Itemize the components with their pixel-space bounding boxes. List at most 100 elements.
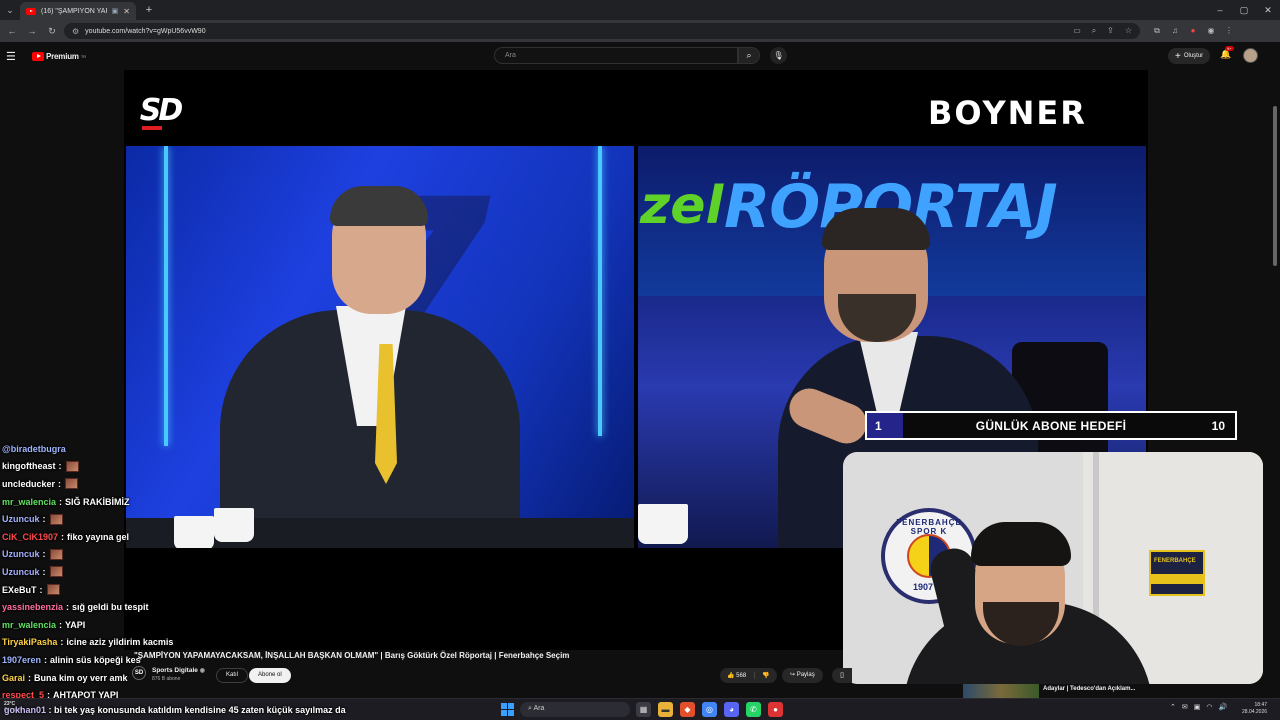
subscriber-count: 876 B abone	[152, 676, 181, 682]
hamburger-menu-icon[interactable]: ☰	[6, 50, 26, 63]
minimize-icon[interactable]: –	[1208, 5, 1232, 16]
maximize-icon[interactable]: ▢	[1232, 5, 1256, 16]
chat-username: 1907eren	[2, 654, 42, 665]
back-icon[interactable]: ←	[4, 26, 20, 36]
chat-username: uncleducker	[2, 478, 56, 489]
share-page-icon[interactable]: ⇪	[1107, 26, 1114, 35]
chat-separator: :	[59, 619, 63, 630]
audio-playing-icon[interactable]: ▣	[112, 7, 119, 15]
like-count: 568	[736, 673, 747, 679]
cast-icon[interactable]: ▭	[1073, 26, 1081, 35]
discord-icon[interactable]: ◕	[724, 702, 739, 717]
verified-check-icon: ◉	[199, 668, 205, 674]
task-view-icon[interactable]: ▦	[636, 702, 651, 717]
search-button[interactable]: ⌕	[738, 47, 760, 64]
chat-separator: :	[66, 602, 70, 613]
chat-text: Buna kim oy verr amk	[34, 672, 128, 683]
related-title[interactable]: Adaylar | Tedesco'dan Açıklam...	[1043, 686, 1135, 692]
youtube-logo[interactable]: Premium TR	[32, 51, 87, 61]
volume-icon[interactable]: 🔊	[1218, 703, 1227, 711]
tab-close-icon[interactable]: ✕	[123, 7, 130, 16]
chat-separator: :	[39, 584, 43, 595]
coffee-cup	[638, 504, 688, 544]
chat-username: Uzuncuk	[2, 514, 40, 525]
save-icon[interactable]: ▯	[832, 668, 852, 683]
taskbar-clock[interactable]: 18:47 28.04.2026	[1242, 702, 1267, 716]
chat-username: mr_walencia	[2, 619, 57, 630]
tray-chevron-icon[interactable]: ⌃	[1170, 703, 1176, 711]
chat-message: Uzuncuk:	[2, 563, 422, 581]
dislike-icon[interactable]: 👎	[755, 672, 776, 679]
join-button[interactable]: Katıl	[216, 668, 249, 683]
microphone-icon[interactable]: 🎙	[770, 47, 787, 64]
app-red-icon[interactable]: ●	[768, 702, 783, 717]
whatsapp-icon[interactable]: ✆	[746, 702, 761, 717]
chat-text: icine aziz yildirim kacmis	[66, 637, 174, 648]
related-video[interactable]: Adaylar | Tedesco'dan Açıklam...	[963, 684, 1263, 698]
notification-badge: 9+	[1225, 46, 1234, 51]
streamer-webcam: FENERBAHÇE SPOR K 1907 FENERBAHÇE	[843, 452, 1263, 684]
chat-username: Garai	[2, 672, 26, 683]
new-tab-button[interactable]: +	[140, 4, 158, 16]
search-input[interactable]: Ara	[494, 47, 738, 64]
channel-name-text: Sports Digitale	[152, 667, 198, 674]
chat-text: fiko yayına gel	[67, 531, 130, 542]
related-thumbnail[interactable]	[963, 684, 1039, 698]
chat-separator: :	[59, 496, 63, 507]
chat-message: mr_walencia: YAPI	[2, 616, 422, 634]
logo-country: TR	[80, 53, 87, 59]
tray-app2-icon[interactable]: ▣	[1194, 703, 1201, 711]
zoom-icon[interactable]: ⌕	[1092, 26, 1096, 35]
tray-app-icon[interactable]: ✉	[1182, 703, 1188, 711]
ticker-user: gokhan01	[4, 705, 47, 715]
tab-search-icon[interactable]: ⌄	[0, 0, 20, 20]
chat-message: kingoftheast:	[2, 458, 422, 476]
reload-icon[interactable]: ↻	[44, 26, 60, 37]
youtube-play-icon	[32, 51, 44, 61]
host-hair	[330, 186, 428, 226]
address-bar[interactable]: ⚙ youtube.com/watch?v=gWpU56vvW90 ▭ ⌕ ⇪ …	[64, 23, 1140, 39]
chat-text: YAPI	[65, 619, 86, 630]
close-window-icon[interactable]: ✕	[1256, 5, 1280, 16]
chat-message: yassinebenzia: sığ geldi bu tespit	[2, 598, 422, 616]
page-scrollbar[interactable]	[1270, 70, 1280, 698]
goal-current: 1	[867, 413, 903, 438]
taskbar-search[interactable]: ⌕ Ara	[520, 702, 630, 717]
ticker-msg: bi tek yaş konusunda katıldım kendisine …	[54, 705, 346, 715]
browser-menu-icon[interactable]: ⋮	[1222, 26, 1236, 36]
taskbar-apps: ▦ ▬ ◆ ◎ ◕ ✆ ●	[636, 702, 783, 717]
like-dislike-group: 👍 568 👎	[720, 668, 777, 683]
file-explorer-icon[interactable]: ▬	[658, 702, 673, 717]
like-button[interactable]: 👍 568	[720, 672, 756, 679]
site-info-icon[interactable]: ⚙	[72, 27, 79, 36]
chrome-icon[interactable]: ◎	[702, 702, 717, 717]
wifi-icon[interactable]: ◠	[1206, 703, 1212, 711]
chat-username: mr_walencia	[2, 496, 57, 507]
extensions-icon[interactable]: ⧉	[1150, 26, 1164, 36]
browser-toolbar: ← → ↻ ⚙ youtube.com/watch?v=gWpU56vvW90 …	[0, 20, 1280, 42]
share-button[interactable]: ↪ Paylaş	[782, 668, 823, 683]
chat-separator: :	[28, 672, 32, 683]
media-icon[interactable]: ♫	[1168, 26, 1182, 36]
forward-icon[interactable]: →	[24, 26, 40, 36]
windows-start-icon[interactable]	[501, 703, 514, 716]
chat-username: EXeBuT	[2, 584, 37, 595]
chat-separator: :	[42, 549, 46, 560]
channel-avatar[interactable]: SD	[132, 666, 146, 680]
create-button[interactable]: + Oluştur	[1168, 48, 1211, 64]
bookmark-star-icon[interactable]: ☆	[1125, 26, 1132, 35]
sports-digitale-logo: SD	[138, 88, 183, 132]
subscribe-button[interactable]: Abone ol	[249, 668, 291, 683]
account-avatar[interactable]	[1243, 48, 1258, 63]
url-text: youtube.com/watch?v=gWpU56vvW90	[85, 27, 206, 35]
brave-icon[interactable]: ◆	[680, 702, 695, 717]
notifications-bell-icon[interactable]: 🔔 9+	[1220, 46, 1234, 60]
browser-tab[interactable]: (16) "ŞAMPİYON YAPAMA... ▣ ✕	[20, 2, 136, 20]
profile-icon[interactable]: ◉	[1204, 26, 1218, 36]
extension-red-icon[interactable]: ●	[1186, 26, 1200, 36]
channel-name[interactable]: Sports Digitale ◉	[152, 667, 205, 674]
plus-icon: +	[1175, 50, 1181, 62]
sign-stripe	[1151, 574, 1203, 584]
chat-message: CiK_CiK1907: fiko yayına gel	[2, 528, 422, 546]
scrollbar-thumb[interactable]	[1273, 106, 1277, 266]
